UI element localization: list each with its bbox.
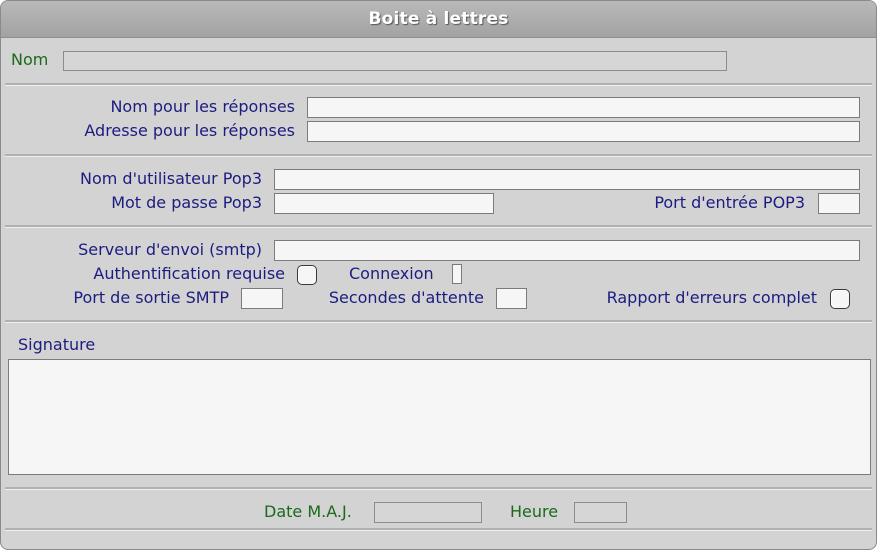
- port-sortie-smtp-label: Port de sortie SMTP: [73, 288, 229, 307]
- connexion-field[interactable]: [452, 264, 462, 284]
- rapport-erreurs-label: Rapport d'erreurs complet: [606, 288, 817, 307]
- nom-reponses-field[interactable]: [307, 97, 860, 118]
- separator: [5, 225, 872, 228]
- window-title: Boite à lettres: [368, 9, 509, 29]
- separator: [5, 320, 872, 323]
- mot-de-passe-pop3-label: Mot de passe Pop3: [111, 193, 262, 212]
- connexion-label: Connexion: [349, 264, 434, 283]
- heure-field: [574, 502, 627, 523]
- signature-label: Signature: [18, 335, 96, 354]
- separator: [5, 528, 872, 531]
- title-bar: Boite à lettres: [1, 1, 876, 38]
- port-sortie-smtp-field[interactable]: [241, 288, 283, 309]
- secondes-attente-label: Secondes d'attente: [328, 288, 484, 307]
- separator: [5, 154, 872, 157]
- serveur-envoi-label: Serveur d'envoi (smtp): [78, 240, 262, 259]
- utilisateur-pop3-label: Nom d'utilisateur Pop3: [80, 169, 262, 188]
- nom-field: [63, 51, 727, 71]
- signature-textarea[interactable]: [8, 359, 871, 475]
- serveur-envoi-field[interactable]: [274, 240, 860, 261]
- mot-de-passe-pop3-field[interactable]: [274, 193, 494, 214]
- heure-label: Heure: [510, 502, 559, 521]
- rapport-erreurs-checkbox[interactable]: [830, 289, 850, 309]
- port-entree-pop3-label: Port d'entrée POP3: [654, 193, 805, 212]
- adresse-reponses-field[interactable]: [307, 121, 860, 142]
- authentification-checkbox[interactable]: [297, 265, 317, 285]
- date-maj-field: [374, 502, 482, 523]
- nom-label: Nom: [11, 50, 49, 69]
- utilisateur-pop3-field[interactable]: [274, 169, 860, 190]
- separator: [5, 83, 872, 86]
- secondes-attente-field[interactable]: [496, 288, 527, 309]
- nom-reponses-label: Nom pour les réponses: [110, 97, 295, 116]
- port-entree-pop3-field[interactable]: [818, 193, 860, 214]
- adresse-reponses-label: Adresse pour les réponses: [84, 121, 295, 140]
- authentification-label: Authentification requise: [93, 264, 285, 283]
- separator: [5, 487, 872, 490]
- mailbox-window: Boite à lettres Nom Nom pour les réponse…: [0, 0, 877, 550]
- date-maj-label: Date M.A.J.: [264, 502, 352, 521]
